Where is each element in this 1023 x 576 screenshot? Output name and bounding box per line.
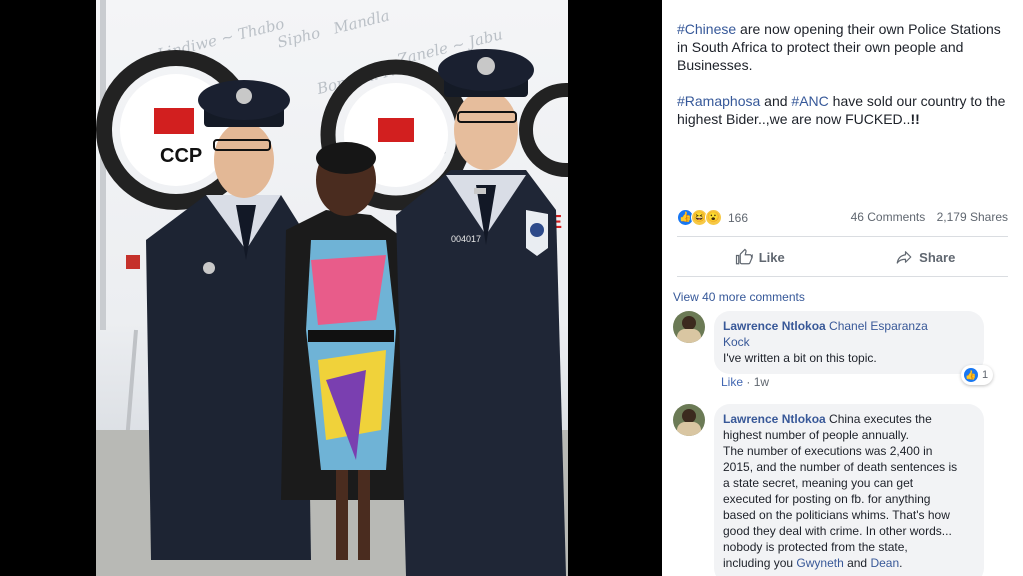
avatar[interactable] <box>673 404 705 436</box>
like-icon: 👍 <box>964 368 978 382</box>
post-paragraph-1: #Chinese are now opening their own Polic… <box>677 20 1007 74</box>
comment-text-line: The number of executions was 2,400 in <box>723 444 933 458</box>
comment-text-line: a state secret, meaning you can get <box>723 476 914 490</box>
hashtag-chinese[interactable]: #Chinese <box>677 21 736 37</box>
comment-mention-gwyneth[interactable]: Gwyneth <box>796 556 843 570</box>
comment-text-line: nobody is protected from the state, <box>723 540 908 554</box>
avatar[interactable] <box>673 311 705 343</box>
divider <box>677 236 1008 237</box>
comment-text-segment: including you <box>723 556 797 570</box>
post-photo[interactable]: Lindiwe ~ Thabo Sipho Mandla Zanele ~ Ja… <box>96 0 568 576</box>
shares-count-link[interactable]: 2,179 Shares <box>937 210 1008 224</box>
comment-text-line: 2015, and the number of death sentences … <box>723 460 958 474</box>
comment-bubble: Lawrence Ntlokoa Chanel Esparanza Kock I… <box>714 311 984 374</box>
comment-author[interactable]: Lawrence Ntlokoa <box>723 319 826 333</box>
thumbs-up-icon <box>735 248 753 265</box>
comment-text-segment: . <box>899 556 903 570</box>
comment-mention[interactable]: Chanel Esparanza <box>829 319 928 333</box>
post-paragraph-2: #Ramaphosa and #ANC have sold our countr… <box>677 92 1007 128</box>
post-stats: 👍 😆 😮 166 46 Comments 2,179 Shares <box>677 208 1008 230</box>
comment-text: China executes the <box>825 412 932 426</box>
divider <box>677 276 1008 277</box>
wow-icon: 😮 <box>705 209 722 226</box>
post-text-ending: !! <box>910 111 920 127</box>
comment-text-segment: and <box>843 556 871 570</box>
engagement-counts: 46 Comments 2,179 Shares <box>843 210 1008 224</box>
post-text: #Chinese are now opening their own Polic… <box>677 20 1007 146</box>
comment-text-line: highest number of people annually. <box>723 428 909 442</box>
reaction-count: 166 <box>728 210 749 225</box>
post-actions: Like Share <box>677 240 1008 274</box>
post-sidebar: #Chinese are now opening their own Polic… <box>662 0 1023 576</box>
comment-mention-cont[interactable]: Kock <box>723 335 750 349</box>
comment-mention-dean[interactable]: Dean <box>870 556 899 570</box>
view-more-comments-link[interactable]: View 40 more comments <box>673 290 805 304</box>
post-text-segment: and <box>760 93 792 109</box>
comment-bubble: Lawrence Ntlokoa China executes the high… <box>714 404 984 576</box>
comment-text-line: good they deal with crime. In other word… <box>723 524 952 538</box>
photo-scene: CCP GE <box>96 0 568 576</box>
share-button-label: Share <box>919 249 956 265</box>
comment-meta: Like · 1w <box>721 375 770 389</box>
like-button-label: Like <box>758 249 785 265</box>
comment-author[interactable]: Lawrence Ntlokoa <box>723 412 826 426</box>
comment-text-line: based on the politicians whims. That's h… <box>723 508 950 522</box>
comment-time[interactable]: 1w <box>754 375 769 389</box>
comment-reaction-badge[interactable]: 👍 1 <box>961 365 994 385</box>
comment-text-line: executed for posting on fb. for anything <box>723 492 931 506</box>
like-button[interactable]: Like <box>677 240 843 274</box>
comments-count-link[interactable]: 46 Comments <box>851 210 926 224</box>
comment-like-link[interactable]: Like <box>721 375 743 389</box>
comment-text: I've written a bit on this topic. <box>723 351 877 365</box>
comment-reaction-count: 1 <box>982 369 989 381</box>
svg-text:004017: 004017 <box>451 234 481 244</box>
svg-text:CCP: CCP <box>160 145 202 167</box>
hashtag-ramaphosa[interactable]: #Ramaphosa <box>677 93 760 109</box>
share-button[interactable]: Share <box>843 240 1009 274</box>
reaction-summary[interactable]: 👍 😆 😮 166 <box>677 209 748 226</box>
hashtag-anc[interactable]: #ANC <box>791 93 828 109</box>
share-arrow-icon <box>896 251 912 264</box>
